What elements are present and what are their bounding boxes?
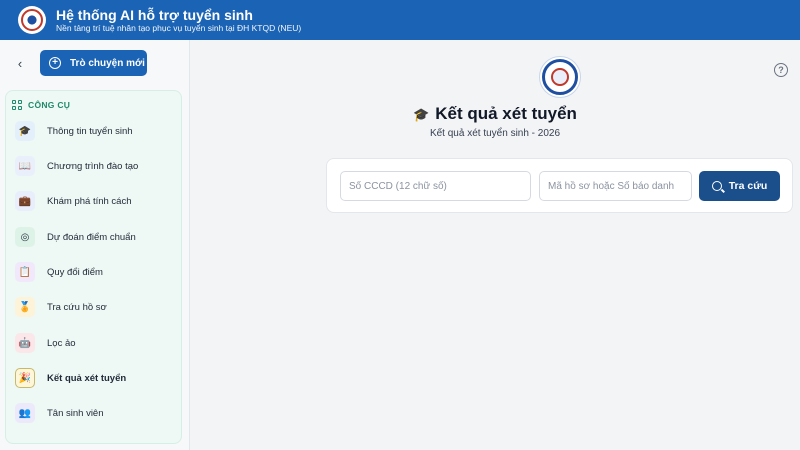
sidebar-item-label: Dự đoán điểm chuẩn xyxy=(47,231,136,243)
sidebar-item-briefcase[interactable]: 💼 Khám phá tính cách xyxy=(15,189,132,213)
tools-label: CÔNG CỤ xyxy=(28,100,71,110)
users-icon: 👥 xyxy=(15,403,35,423)
page-title-text: Kết quả xét tuyển xyxy=(435,104,577,123)
sidebar-item-label: Lọc ảo xyxy=(47,337,76,349)
book-icon: 📖 xyxy=(15,156,35,176)
help-icon[interactable]: ? xyxy=(774,63,788,77)
tools-panel: CÔNG CỤ 🎓 Thông tin tuyển sinh 📖 Chương trì… xyxy=(5,90,182,444)
robot-icon: 🤖 xyxy=(15,333,35,353)
new-chat-label: Trò chuyện mới xyxy=(70,57,145,69)
sidebar: ‹ + Trò chuyện mới CÔNG CỤ 🎓 Thông tin tu… xyxy=(0,40,190,450)
search-button[interactable]: Tra cứu xyxy=(699,171,780,201)
plus-circle-icon: + xyxy=(49,57,61,69)
sidebar-item-users[interactable]: 👥 Tân sinh viên xyxy=(15,401,104,425)
sidebar-item-label: Tra cứu hồ sơ xyxy=(47,301,107,313)
award-icon: 🏅 xyxy=(15,297,35,317)
cccd-input[interactable] xyxy=(340,171,531,201)
sidebar-item-label: Tân sinh viên xyxy=(47,407,104,419)
graduation-cap-icon: 🎓 xyxy=(413,107,430,122)
sidebar-item-label: Quy đổi điểm xyxy=(47,266,103,278)
brand: Hệ thống AI hỗ trợ tuyển sinh Nền tảng t… xyxy=(56,7,301,34)
party-popper-icon: 🎉 xyxy=(15,368,35,388)
sidebar-item-robot[interactable]: 🤖 Lọc ảo xyxy=(15,331,76,355)
sidebar-item-label: Khám phá tính cách xyxy=(47,195,132,207)
neu-logo xyxy=(18,6,46,34)
sidebar-item-label: Thông tin tuyển sinh xyxy=(47,125,133,137)
sidebar-top: ‹ + Trò chuyện mới xyxy=(0,40,189,86)
clipboard-icon: 📋 xyxy=(15,262,35,282)
sidebar-item-award[interactable]: 🏅 Tra cứu hồ sơ xyxy=(15,295,107,319)
search-card: Tra cứu xyxy=(326,158,793,213)
tools-header: CÔNG CỤ xyxy=(6,92,181,118)
search-icon xyxy=(711,181,722,191)
new-chat-button[interactable]: + Trò chuyện mới xyxy=(40,50,147,76)
target-icon: ◎ xyxy=(15,227,35,247)
app-title: Hệ thống AI hỗ trợ tuyển sinh xyxy=(56,6,253,23)
page-subtitle: Kết quả xét tuyển sinh - 2026 xyxy=(429,128,561,139)
sidebar-item-target[interactable]: ◎ Dự đoán điểm chuẩn xyxy=(15,225,136,249)
profile-id-input[interactable] xyxy=(539,171,692,201)
collapse-sidebar-icon[interactable]: ‹ xyxy=(12,55,28,71)
briefcase-icon: 💼 xyxy=(15,191,35,211)
page-title: 🎓 Kết quả xét tuyển xyxy=(190,104,800,124)
app-header: Hệ thống AI hỗ trợ tuyển sinh Nền tảng t… xyxy=(0,0,800,40)
university-seal xyxy=(539,56,581,98)
sidebar-item-book[interactable]: 📖 Chương trình đào tạo xyxy=(15,154,138,178)
graduation-cap-icon: 🎓 xyxy=(15,121,35,141)
sidebar-item-clipboard[interactable]: 📋 Quy đổi điểm xyxy=(15,260,103,284)
main-content: ? 🎓 Kết quả xét tuyển Kết quả xét tuyển s… xyxy=(190,40,800,450)
sidebar-item-party-popper[interactable]: 🎉 Kết quả xét tuyển xyxy=(15,366,126,390)
grid-icon xyxy=(12,100,22,110)
sidebar-item-label: Chương trình đào tạo xyxy=(47,160,139,172)
sidebar-item-graduation-cap[interactable]: 🎓 Thông tin tuyển sinh xyxy=(15,119,133,143)
search-button-label: Tra cứu xyxy=(728,180,768,192)
app-subtitle: Nền tảng trí tuệ nhân tạo phục vụ tuyển … xyxy=(56,22,302,33)
sidebar-item-label: Kết quả xét tuyển xyxy=(47,372,127,384)
